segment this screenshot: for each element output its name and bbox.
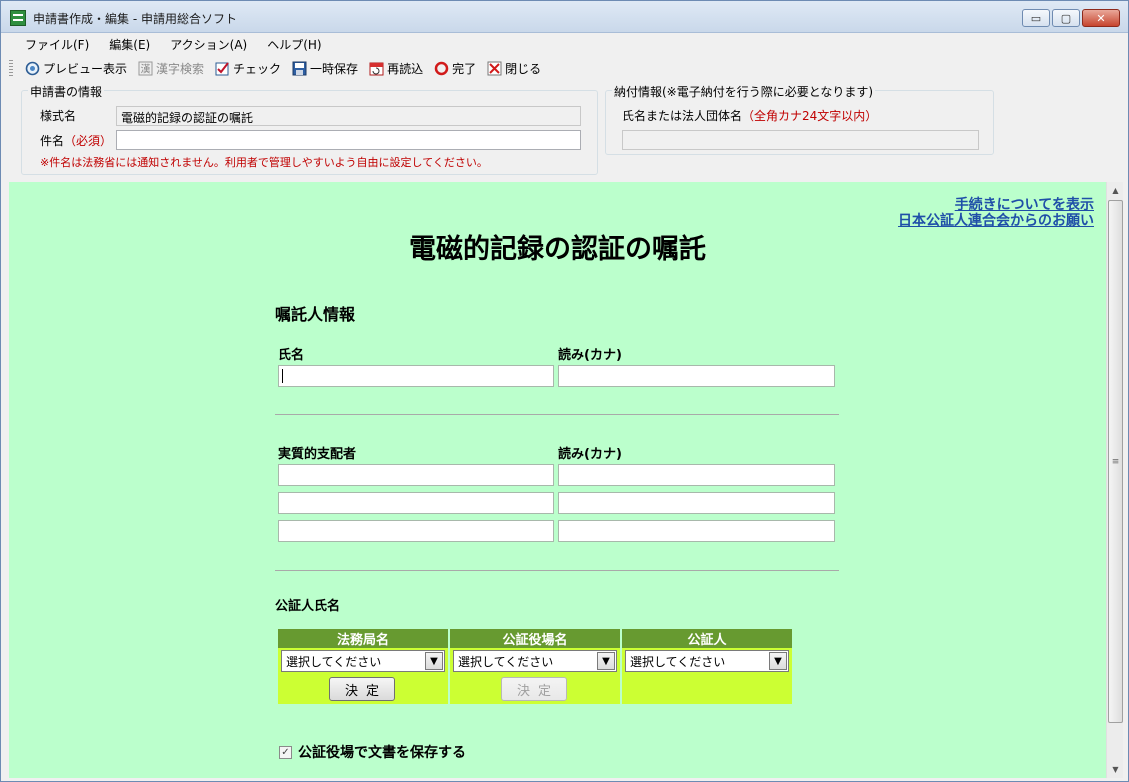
check-icon	[214, 60, 230, 76]
applicant-name-input[interactable]	[278, 365, 554, 387]
save-document-option[interactable]: ✓ 公証役場で文書を保存する	[279, 742, 466, 762]
window-controls: ▭ ▢ ✕	[1022, 9, 1120, 27]
notary-cell: 選択してください ▼	[622, 648, 792, 704]
check-button[interactable]: チェック	[209, 60, 286, 77]
notary-office-cell: 選択してください ▼ 決定	[450, 648, 620, 704]
beneficial-owner-label: 実質的支配者	[278, 447, 357, 462]
beneficial-kana-label: 読み(カナ)	[558, 447, 622, 462]
toolbar-grip[interactable]	[9, 60, 13, 76]
temp-save-label: 一時保存	[310, 61, 359, 76]
payer-name-label-text: 氏名または法人団体名	[622, 109, 743, 123]
beneficial-owner-input-2[interactable]	[278, 492, 554, 514]
reload-button[interactable]: 再読込	[363, 60, 428, 77]
beneficial-owner-input-3[interactable]	[278, 520, 554, 542]
notary-office-header: 公証役場名	[450, 629, 620, 648]
reload-icon	[368, 60, 384, 76]
application-window: 申請書作成・編集 - 申請用総合ソフト ▭ ▢ ✕ ファイル(F) 編集(E) …	[0, 0, 1129, 782]
kanji-search-button[interactable]: 漢 漢字検索	[132, 60, 209, 77]
kanji-search-icon: 漢	[137, 60, 153, 76]
legal-bureau-select-value: 選択してください	[286, 654, 382, 669]
notary-section-title: 公証人氏名	[275, 599, 341, 614]
save-icon	[291, 60, 307, 76]
notary-selection-table: 法務局名 公証役場名 公証人 選択してください ▼ 決定 選択してください ▼ …	[276, 629, 794, 704]
chevron-down-icon: ▼	[769, 652, 787, 670]
notary-select-value: 選択してください	[630, 654, 726, 669]
minimize-button[interactable]: ▭	[1022, 9, 1050, 27]
payment-info-legend: 納付情報(※電子納付を行う際に必要となります)	[612, 83, 876, 100]
maximize-button[interactable]: ▢	[1052, 9, 1080, 27]
save-document-label: 公証役場で文書を保存する	[298, 745, 466, 761]
scroll-thumb[interactable]: ≡	[1108, 200, 1123, 723]
subject-note: ※件名は法務省には通知されません。利用者で管理しやすいよう自由に設定してください…	[40, 156, 488, 169]
menu-action[interactable]: アクション(A)	[160, 36, 257, 53]
toolbar: プレビュー表示 漢 漢字検索 チェック 一時保存 再読込 完了 閉じる	[1, 56, 1128, 80]
preview-label: プレビュー表示	[43, 61, 128, 76]
check-label: チェック	[233, 61, 282, 76]
beneficial-kana-input-2[interactable]	[558, 492, 835, 514]
grip-icon: ≡	[1111, 456, 1120, 467]
scroll-down-icon[interactable]: ▼	[1107, 761, 1124, 778]
chevron-down-icon: ▼	[597, 652, 615, 670]
notary-office-select-value: 選択してください	[458, 654, 554, 669]
applicant-section-title: 嘱託人情報	[275, 305, 356, 324]
preview-icon	[24, 60, 40, 76]
subject-required-mark: （必須）	[64, 134, 113, 148]
form-content: 手続きについてを表示 日本公証人連合会からのお願い 電磁的記録の認証の嘱託 嘱託…	[9, 182, 1106, 778]
payer-name-hint: （全角カナ24文字以内）	[742, 109, 878, 123]
payer-name-field[interactable]	[622, 130, 979, 150]
divider-2	[275, 570, 839, 571]
app-icon	[10, 10, 26, 26]
temp-save-button[interactable]: 一時保存	[286, 60, 363, 77]
complete-button[interactable]: 完了	[428, 60, 481, 77]
notary-header: 公証人	[622, 629, 792, 648]
applicant-kana-input[interactable]	[558, 365, 835, 387]
menu-bar: ファイル(F) 編集(E) アクション(A) ヘルプ(H)	[1, 33, 1128, 55]
beneficial-kana-input-3[interactable]	[558, 520, 835, 542]
name-label: 氏名	[278, 348, 305, 363]
subject-input[interactable]	[116, 130, 581, 150]
legal-bureau-header: 法務局名	[278, 629, 448, 648]
notary-office-select[interactable]: 選択してください ▼	[453, 650, 617, 672]
close-window-button[interactable]: ✕	[1082, 9, 1120, 27]
scroll-up-icon[interactable]: ▲	[1107, 182, 1124, 199]
minimize-icon: ▭	[1030, 11, 1042, 25]
kanji-search-label: 漢字検索	[156, 61, 205, 76]
payer-name-label: 氏名または法人団体名（全角カナ24文字以内）	[622, 107, 877, 124]
divider-1	[275, 414, 839, 415]
legal-bureau-select[interactable]: 選択してください ▼	[281, 650, 445, 672]
beneficial-kana-input-1[interactable]	[558, 464, 835, 486]
menu-file[interactable]: ファイル(F)	[15, 36, 99, 53]
preview-button[interactable]: プレビュー表示	[19, 60, 132, 77]
beneficial-owner-input-1[interactable]	[278, 464, 554, 486]
payment-info-group: 納付情報(※電子納付を行う際に必要となります) 氏名または法人団体名（全角カナ2…	[605, 83, 994, 155]
form-name-field: 電磁的記録の認証の嘱託	[116, 106, 581, 126]
kana-label: 読み(カナ)	[558, 348, 622, 363]
close-form-label: 閉じる	[505, 61, 542, 76]
close-window-icon: ✕	[1096, 11, 1106, 25]
close-form-button[interactable]: 閉じる	[481, 60, 546, 77]
application-info-legend: 申請書の情報	[28, 83, 105, 100]
notary-office-decide-button[interactable]: 決定	[501, 677, 567, 701]
menu-edit[interactable]: 編集(E)	[99, 36, 160, 53]
close-icon	[486, 60, 502, 76]
menu-help[interactable]: ヘルプ(H)	[257, 36, 331, 53]
save-document-checkbox[interactable]: ✓	[279, 745, 292, 759]
page-title: 電磁的記録の認証の嘱託	[409, 234, 706, 265]
window-title: 申請書作成・編集 - 申請用総合ソフト	[33, 12, 237, 26]
vertical-scrollbar[interactable]: ▲ ≡ ▼	[1106, 182, 1123, 778]
title-bar[interactable]: 申請書作成・編集 - 申請用総合ソフト ▭ ▢ ✕	[1, 1, 1128, 33]
subject-label-text: 件名	[40, 134, 65, 148]
maximize-icon: ▢	[1060, 11, 1072, 25]
complete-icon	[433, 60, 449, 76]
svg-text:漢: 漢	[140, 62, 150, 75]
form-name-label: 様式名	[40, 109, 77, 123]
subject-label: 件名（必須）	[40, 132, 112, 149]
legal-bureau-decide-button[interactable]: 決定	[329, 677, 395, 701]
chevron-down-icon: ▼	[425, 652, 443, 670]
complete-label: 完了	[452, 61, 477, 76]
legal-bureau-cell: 選択してください ▼ 決定	[278, 648, 448, 704]
application-info-group: 申請書の情報 様式名 電磁的記録の認証の嘱託 件名（必須） ※件名は法務省には通…	[21, 83, 598, 175]
notary-select[interactable]: 選択してください ▼	[625, 650, 789, 672]
reload-label: 再読込	[387, 61, 424, 76]
